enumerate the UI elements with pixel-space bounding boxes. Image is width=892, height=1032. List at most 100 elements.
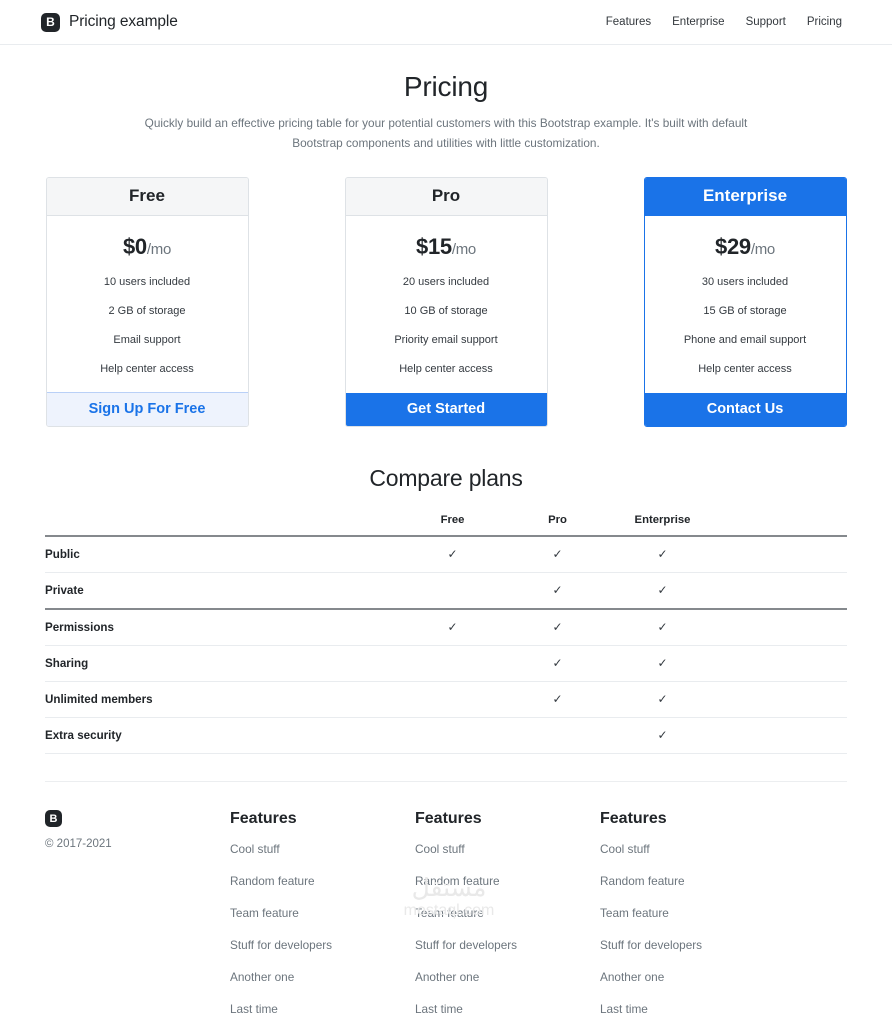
plan-name: Pro <box>346 178 547 216</box>
check-icon-cell: ✓ <box>610 718 715 754</box>
nav-item-support[interactable]: Support <box>746 16 786 28</box>
pricing-card-enterprise: Enterprise $29/mo 30 users included 15 G… <box>644 177 847 427</box>
check-icon-cell: ✓ <box>505 646 610 682</box>
row-feature-label: Private <box>45 573 400 610</box>
list-item: Stuff for developers <box>415 936 600 954</box>
plan-price-amount: $0 <box>123 234 147 259</box>
column-header-enterprise: Enterprise <box>610 514 715 536</box>
footer-link[interactable]: Cool stuff <box>415 842 465 856</box>
footer-link[interactable]: Team feature <box>600 906 669 920</box>
list-item: Random feature <box>230 872 415 890</box>
plan-name: Enterprise <box>645 178 846 216</box>
spacer-cell <box>715 646 847 682</box>
column-header-pro: Pro <box>505 514 610 536</box>
list-item: Another one <box>415 968 600 986</box>
footer-link[interactable]: Team feature <box>415 906 484 920</box>
list-item: Another one <box>600 968 785 986</box>
brand-link[interactable]: B Pricing example <box>41 13 178 32</box>
check-icon-cell: ✓ <box>505 573 610 610</box>
main-nav: Features Enterprise Support Pricing <box>606 16 842 28</box>
footer-link-list: Cool stuff Random feature Team feature S… <box>230 840 415 1018</box>
compare-plans-title: Compare plans <box>0 465 892 492</box>
check-icon-cell: ✓ <box>505 536 610 573</box>
footer-link[interactable]: Random feature <box>415 874 500 888</box>
check-icon: ✓ <box>552 656 562 670</box>
footer-link[interactable]: Cool stuff <box>230 842 280 856</box>
footer-link[interactable]: Last time <box>230 1002 278 1016</box>
check-icon: ✓ <box>657 547 667 561</box>
empty-cell <box>400 718 505 754</box>
list-item: Cool stuff <box>600 840 785 858</box>
pricing-card-pro: Pro $15/mo 20 users included 10 GB of st… <box>345 177 548 427</box>
list-item: Stuff for developers <box>230 936 415 954</box>
footer-link[interactable]: Random feature <box>600 874 685 888</box>
list-item: Last time <box>600 1000 785 1018</box>
bootstrap-logo-icon: B <box>41 13 60 32</box>
plan-feature: Email support <box>57 334 238 346</box>
plan-name: Free <box>47 178 248 216</box>
check-icon-cell: ✓ <box>400 536 505 573</box>
check-icon: ✓ <box>552 547 562 561</box>
list-item: Random feature <box>415 872 600 890</box>
footer-link[interactable]: Team feature <box>230 906 299 920</box>
nav-item-enterprise[interactable]: Enterprise <box>672 16 724 28</box>
check-icon-cell: ✓ <box>505 682 610 718</box>
plan-price: $0/mo <box>57 234 238 260</box>
footer-link[interactable]: Another one <box>415 970 479 984</box>
copyright-text: © 2017-2021 <box>45 838 230 850</box>
page-footer: B © 2017-2021 Features Cool stuff Random… <box>0 782 892 1032</box>
footer-column-2: Features Cool stuff Random feature Team … <box>415 810 600 1032</box>
plan-feature: Help center access <box>655 363 836 375</box>
compare-table-head: Free Pro Enterprise <box>45 514 847 536</box>
hero-subtitle: Quickly build an effective pricing table… <box>136 114 756 153</box>
footer-link[interactable]: Another one <box>230 970 294 984</box>
spacer-cell <box>715 609 847 646</box>
check-icon: ✓ <box>447 620 457 634</box>
footer-column-heading: Features <box>230 810 415 828</box>
check-icon: ✓ <box>657 620 667 634</box>
plan-price: $29/mo <box>655 234 836 260</box>
footer-link[interactable]: Last time <box>415 1002 463 1016</box>
footer-link[interactable]: Cool stuff <box>600 842 650 856</box>
spacer-cell <box>715 718 847 754</box>
sign-up-for-free-button[interactable]: Sign Up For Free <box>47 392 248 426</box>
list-item: Last time <box>230 1000 415 1018</box>
list-item: Team feature <box>415 904 600 922</box>
footer-link[interactable]: Stuff for developers <box>600 938 702 952</box>
footer-link[interactable]: Another one <box>600 970 664 984</box>
page-title: Pricing example <box>69 13 178 31</box>
footer-link[interactable]: Random feature <box>230 874 315 888</box>
table-row: Public✓✓✓ <box>45 536 847 573</box>
table-row: Sharing ✓ ✓ <box>45 646 847 682</box>
plan-price-period: /mo <box>452 241 476 258</box>
list-item: Stuff for developers <box>600 936 785 954</box>
empty-cell <box>400 682 505 718</box>
get-started-button[interactable]: Get Started <box>346 393 547 426</box>
footer-link[interactable]: Stuff for developers <box>230 938 332 952</box>
feature-column-header <box>45 514 400 536</box>
compare-table-body: Public✓✓✓Private✓✓Permissions✓✓✓Sharing✓… <box>45 536 847 754</box>
nav-item-features[interactable]: Features <box>606 16 651 28</box>
spacer-cell <box>715 536 847 573</box>
check-icon-cell: ✓ <box>610 646 715 682</box>
check-icon-cell: ✓ <box>610 682 715 718</box>
check-icon: ✓ <box>657 656 667 670</box>
plan-feature: 10 GB of storage <box>356 305 537 317</box>
bootstrap-logo-icon: B <box>45 810 62 827</box>
footer-link[interactable]: Stuff for developers <box>415 938 517 952</box>
list-item: Cool stuff <box>230 840 415 858</box>
list-item: Team feature <box>600 904 785 922</box>
row-feature-label: Sharing <box>45 646 400 682</box>
plan-body: $0/mo 10 users included 2 GB of storage … <box>47 216 248 392</box>
plan-feature: Help center access <box>57 363 238 375</box>
check-icon-cell: ✓ <box>610 536 715 573</box>
check-icon: ✓ <box>552 583 562 597</box>
check-icon: ✓ <box>657 728 667 742</box>
nav-item-pricing[interactable]: Pricing <box>807 16 842 28</box>
plan-feature: Help center access <box>356 363 537 375</box>
footer-link[interactable]: Last time <box>600 1002 648 1016</box>
contact-us-button[interactable]: Contact Us <box>645 393 846 426</box>
plan-price: $15/mo <box>356 234 537 260</box>
empty-cell <box>400 573 505 610</box>
plan-feature: 10 users included <box>57 276 238 288</box>
